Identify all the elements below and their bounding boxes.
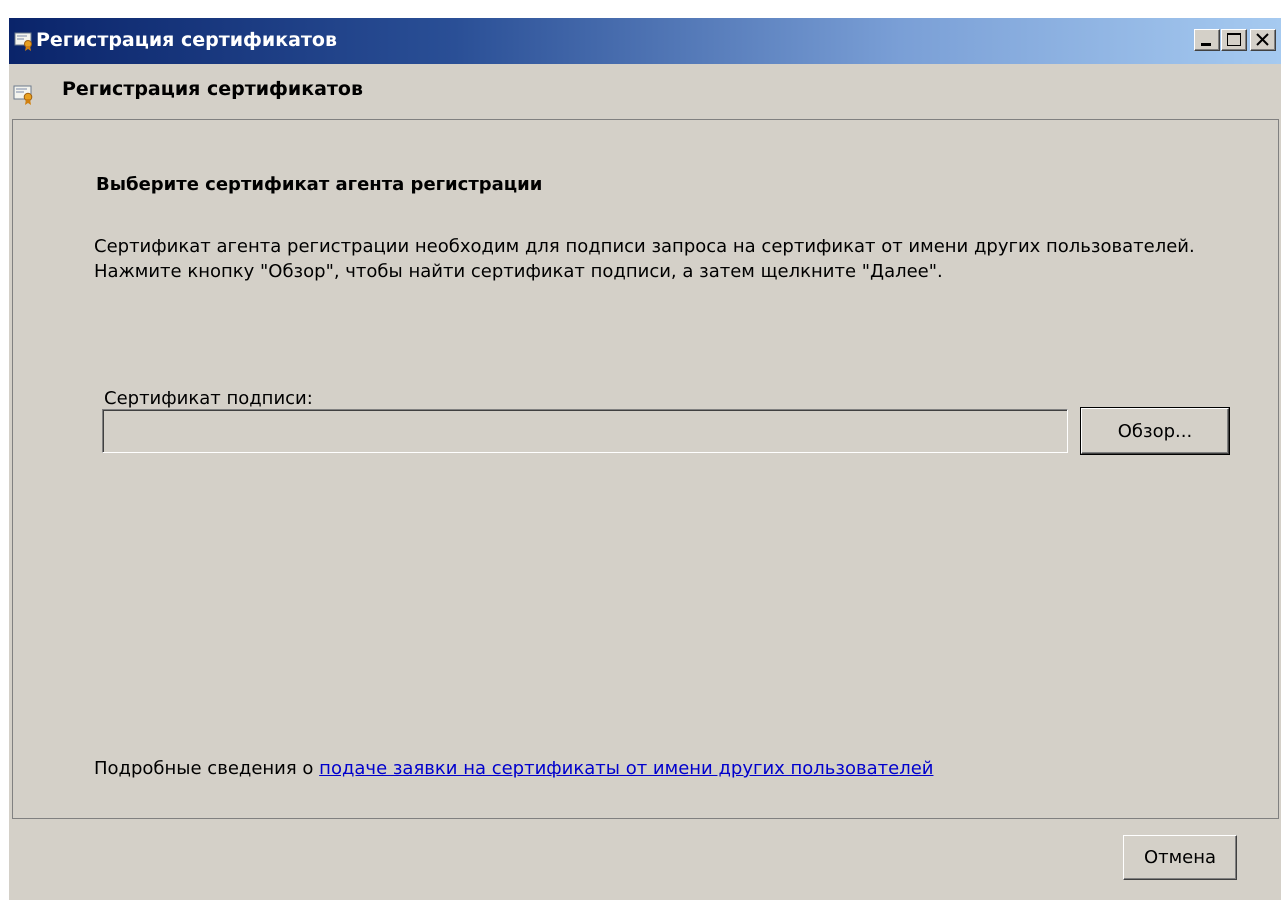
close-icon (1256, 33, 1269, 46)
maximize-icon (1227, 33, 1241, 46)
browse-button[interactable]: Обзор... (1080, 407, 1230, 455)
signing-certificate-field[interactable] (102, 409, 1068, 453)
help-text: Подробные сведения о подаче заявки на се… (94, 758, 933, 779)
description-text: Сертификат агента регистрации необходим … (94, 236, 1195, 282)
window-controls (1193, 29, 1276, 51)
wizard-window: Регистрация сертификатов Регистрация сер… (8, 17, 1281, 900)
certificate-icon (14, 31, 34, 55)
certificate-icon (13, 83, 35, 109)
cancel-button[interactable]: Отмена (1123, 835, 1237, 880)
help-text-prefix: Подробные сведения о (94, 758, 320, 779)
signing-certificate-label: Сертификат подписи: (104, 388, 313, 409)
close-button[interactable] (1250, 29, 1276, 51)
page-title: Регистрация сертификатов (62, 78, 364, 100)
minimize-button[interactable] (1194, 29, 1220, 51)
title-bar[interactable]: Регистрация сертификатов (9, 18, 1281, 64)
window-title: Регистрация сертификатов (36, 29, 338, 51)
minimize-icon (1201, 43, 1211, 46)
section-heading: Выберите сертификат агента регистрации (96, 174, 543, 195)
help-link[interactable]: подаче заявки на сертификаты от имени др… (319, 758, 933, 779)
wizard-header: Регистрация сертификатов (9, 64, 1281, 119)
content-panel: Выберите сертификат агента регистрации С… (12, 119, 1279, 819)
maximize-button[interactable] (1221, 29, 1247, 51)
